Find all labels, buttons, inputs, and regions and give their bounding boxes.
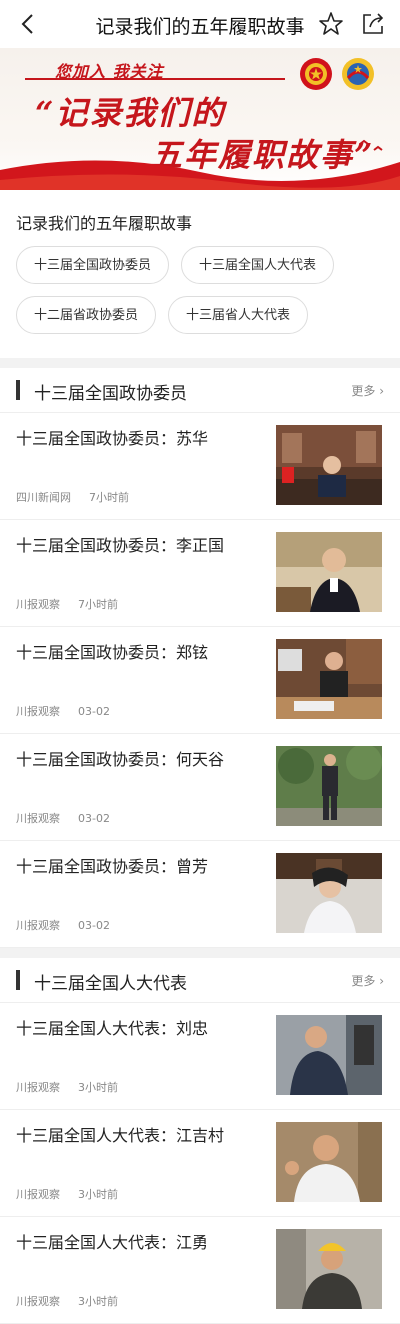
item-meta: 川报观察 03-02 [16,812,110,825]
intro-heading: 记录我们的五年履职故事 [16,214,193,233]
thumbnail-photo [276,1229,382,1309]
banner-headline-1: “记录我们的 [35,94,226,132]
item-meta: 川报观察 7小时前 [16,598,118,611]
thumbnail-photo [276,1122,382,1202]
banner-divider [25,78,285,80]
section-title: 十三届全国政协委员 [34,384,187,404]
more-link[interactable]: 更多 › [351,972,384,989]
category-chips: 十三届全国政协委员 十三届全国人大代表 十二届省政协委员 十三届省人大代表 [16,246,384,334]
national-emblem-icon [300,58,332,90]
intro: 记录我们的五年履职故事 十三届全国政协委员 十三届全国人大代表 十二届省政协委员… [0,190,400,344]
thumbnail-photo [276,853,382,933]
item-meta: 川报观察 3小时前 [16,1188,118,1201]
share-icon[interactable] [360,11,386,37]
top-bar: 记录我们的五年履职故事 [0,0,400,48]
list-item[interactable]: 十三届全国政协委员：何天谷 川报观察 03-02 [0,734,400,841]
chip-npc-13[interactable]: 十三届全国人大代表 [181,246,335,284]
item-meta: 川报观察 03-02 [16,705,110,718]
list-item[interactable]: 十三届全国人大代表：江吉村 川报观察 3小时前 [0,1110,400,1217]
list-item[interactable]: 十三届全国人大代表：刘忠 川报观察 3小时前 [0,1003,400,1110]
item-title: 十三届全国人大代表：江吉村 [16,1126,225,1145]
section-separator [0,948,400,958]
cppcc-emblem-icon [342,58,374,90]
item-title: 十三届全国政协委员：苏华 [16,429,209,448]
section-marker [16,970,20,990]
list-item[interactable]: 十三届全国政协委员：曾芳 川报观察 03-02 [0,841,400,948]
item-title: 十三届全国人大代表：江勇 [16,1233,209,1252]
thumbnail-photo [276,532,382,612]
banner-wave [0,160,400,190]
list-item[interactable]: 十三届全国人大代表：江勇 川报观察 3小时前 [0,1217,400,1324]
star-icon[interactable] [318,11,344,37]
thumbnail-photo [276,425,382,505]
item-title: 十三届全国政协委员：何天谷 [16,750,225,769]
item-meta: 川报观察 3小时前 [16,1081,118,1094]
list-item[interactable]: 十三届全国政协委员：苏华 四川新闻网 7小时前 [0,413,400,520]
chip-provincial-cppcc-12[interactable]: 十二届省政协委员 [16,296,157,334]
banner[interactable]: 您加入 我关注 “记录我们的 五年履职故事” [0,48,400,190]
section-marker [16,380,20,400]
thumbnail-photo [276,1015,382,1095]
section-separator [0,358,400,368]
section-header-npc: 十三届全国人大代表 更多 › [0,958,400,1003]
item-title: 十三届全国人大代表：刘忠 [16,1019,209,1038]
item-meta: 川报观察 03-02 [16,919,110,932]
item-meta: 四川新闻网 7小时前 [16,491,129,504]
thumbnail-photo [276,639,382,719]
thumbnail-photo [276,746,382,826]
item-title: 十三届全国政协委员：李正国 [16,536,225,555]
list-item[interactable]: 十三届全国政协委员：李正国 川报观察 7小时前 [0,520,400,627]
item-title: 十三届全国政协委员：郑铉 [16,643,209,662]
list-item[interactable]: 十三届全国政协委员：郑铉 川报观察 03-02 [0,627,400,734]
chip-cppcc-13[interactable]: 十三届全国政协委员 [16,246,170,284]
section-header-cppcc: 十三届全国政协委员 更多 › [0,368,400,413]
more-link[interactable]: 更多 › [351,382,384,399]
chip-provincial-npc-13[interactable]: 十三届省人大代表 [168,296,309,334]
item-meta: 川报观察 3小时前 [16,1295,118,1308]
item-title: 十三届全国政协委员：曾芳 [16,857,209,876]
section-title: 十三届全国人大代表 [34,974,187,994]
